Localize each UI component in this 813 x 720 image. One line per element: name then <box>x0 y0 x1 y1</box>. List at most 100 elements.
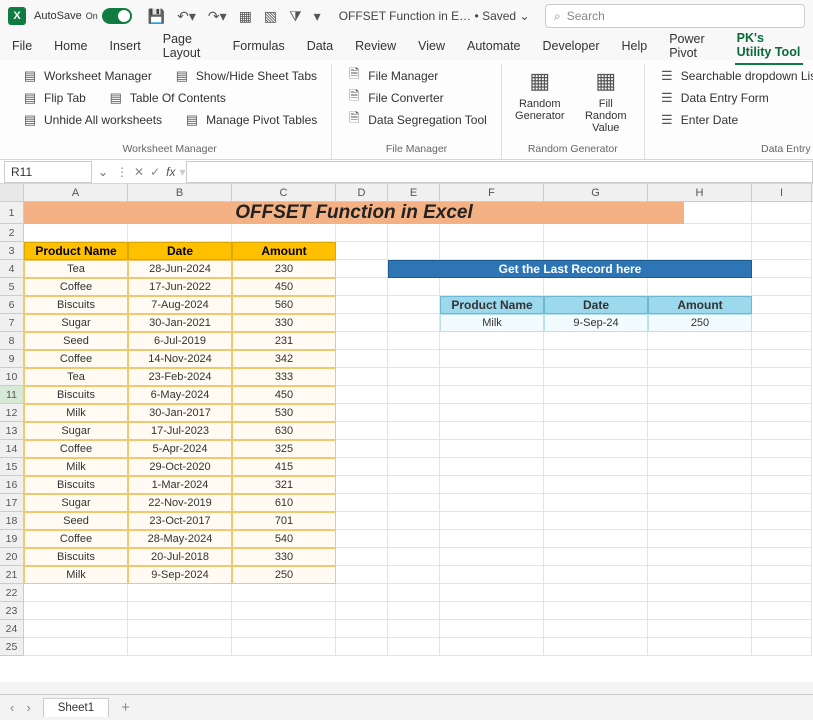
data-cell[interactable]: 610 <box>232 494 336 512</box>
row-header[interactable]: 14 <box>0 440 24 458</box>
data-cell[interactable]: Milk <box>24 404 128 422</box>
row-header[interactable]: 16 <box>0 476 24 494</box>
row-header[interactable]: 12 <box>0 404 24 422</box>
tab-formulas[interactable]: Formulas <box>231 35 287 57</box>
cell[interactable] <box>336 242 388 260</box>
autosave-toggle[interactable]: AutoSave On <box>34 8 132 24</box>
column-header-E[interactable]: E <box>388 184 440 201</box>
data-cell[interactable]: 6-May-2024 <box>128 386 232 404</box>
data-cell[interactable]: 250 <box>648 314 752 332</box>
cell[interactable] <box>232 584 336 602</box>
data-cell[interactable]: Biscuits <box>24 548 128 566</box>
cell[interactable] <box>336 260 388 278</box>
data-cell[interactable]: 230 <box>232 260 336 278</box>
cmd-file-converter[interactable]: 🗎File Converter <box>342 88 491 108</box>
row-header[interactable]: 2 <box>0 224 24 242</box>
row-header[interactable]: 19 <box>0 530 24 548</box>
tab-view[interactable]: View <box>416 35 447 57</box>
cell[interactable] <box>752 260 812 278</box>
cell[interactable] <box>336 602 388 620</box>
data-cell[interactable]: 231 <box>232 332 336 350</box>
data-cell[interactable]: Seed <box>24 332 128 350</box>
data-cell[interactable]: 14-Nov-2024 <box>128 350 232 368</box>
data-cell[interactable]: 450 <box>232 386 336 404</box>
data-cell[interactable]: Sugar <box>24 314 128 332</box>
row-header[interactable]: 21 <box>0 566 24 584</box>
data-cell[interactable]: 28-May-2024 <box>128 530 232 548</box>
cell[interactable] <box>336 386 388 404</box>
select-all-corner[interactable] <box>0 184 24 201</box>
row-header[interactable]: 10 <box>0 368 24 386</box>
undo-icon[interactable]: ↶▾ <box>177 8 196 25</box>
data-cell[interactable]: 17-Jun-2022 <box>128 278 232 296</box>
data-cell[interactable]: 560 <box>232 296 336 314</box>
data-cell[interactable]: 450 <box>232 278 336 296</box>
cell[interactable] <box>440 584 544 602</box>
row-header[interactable]: 8 <box>0 332 24 350</box>
data-cell[interactable]: 701 <box>232 512 336 530</box>
data-cell[interactable]: Milk <box>24 566 128 584</box>
data-cell[interactable]: 342 <box>232 350 336 368</box>
cell[interactable] <box>440 512 544 530</box>
cell[interactable] <box>752 584 812 602</box>
data-cell[interactable]: 28-Jun-2024 <box>128 260 232 278</box>
cell[interactable] <box>544 548 648 566</box>
overflow-icon[interactable]: ▾ <box>314 8 321 25</box>
cell[interactable] <box>388 422 440 440</box>
cell[interactable] <box>440 476 544 494</box>
data-cell[interactable]: 5-Apr-2024 <box>128 440 232 458</box>
cell[interactable] <box>544 602 648 620</box>
row-header[interactable]: 1 <box>0 202 24 224</box>
cell[interactable] <box>544 350 648 368</box>
cell[interactable] <box>752 242 812 260</box>
cell[interactable] <box>336 476 388 494</box>
cell[interactable] <box>440 404 544 422</box>
tab-insert[interactable]: Insert <box>108 35 143 57</box>
cell[interactable] <box>648 332 752 350</box>
formula-input[interactable] <box>186 161 813 183</box>
data-cell[interactable]: Tea <box>24 260 128 278</box>
cell[interactable] <box>128 584 232 602</box>
cmd-random-generator[interactable]: ▦Random Generator <box>512 66 568 122</box>
cell[interactable] <box>752 602 812 620</box>
data-cell[interactable]: Date <box>128 242 232 260</box>
data-cell[interactable]: Milk <box>24 458 128 476</box>
cell[interactable] <box>440 242 544 260</box>
cell[interactable] <box>648 602 752 620</box>
cell[interactable] <box>752 638 812 656</box>
cell[interactable] <box>752 566 812 584</box>
cell[interactable] <box>336 620 388 638</box>
cell[interactable] <box>752 278 812 296</box>
cell[interactable] <box>232 620 336 638</box>
cell[interactable] <box>544 530 648 548</box>
funnel-icon[interactable]: ⧩ <box>289 8 302 25</box>
cmd-manage-pivot-tables[interactable]: ▤Manage Pivot Tables <box>180 110 321 130</box>
cell[interactable] <box>336 512 388 530</box>
cell[interactable] <box>752 494 812 512</box>
row-header[interactable]: 24 <box>0 620 24 638</box>
data-cell[interactable]: 333 <box>232 368 336 386</box>
cell[interactable] <box>648 584 752 602</box>
row-header[interactable]: 4 <box>0 260 24 278</box>
cell[interactable] <box>336 422 388 440</box>
tab-pk-s-utility-tool[interactable]: PK's Utility Tool <box>735 27 803 65</box>
cell[interactable] <box>544 458 648 476</box>
cell[interactable] <box>544 242 648 260</box>
data-cell[interactable]: 20-Jul-2018 <box>128 548 232 566</box>
cell[interactable] <box>752 620 812 638</box>
cell[interactable] <box>752 512 812 530</box>
row-header[interactable]: 3 <box>0 242 24 260</box>
data-cell[interactable]: Coffee <box>24 530 128 548</box>
data-cell[interactable]: 30-Jan-2021 <box>128 314 232 332</box>
data-cell[interactable]: 330 <box>232 314 336 332</box>
cell[interactable] <box>336 278 388 296</box>
data-cell[interactable]: Sugar <box>24 422 128 440</box>
cell[interactable] <box>440 386 544 404</box>
data-cell[interactable]: Biscuits <box>24 296 128 314</box>
cell[interactable] <box>440 332 544 350</box>
cmd-data-entry-form[interactable]: ☰Data Entry Form <box>655 88 813 108</box>
cell[interactable] <box>388 530 440 548</box>
data-cell[interactable]: 6-Jul-2019 <box>128 332 232 350</box>
cell[interactable] <box>544 512 648 530</box>
cell[interactable] <box>336 530 388 548</box>
